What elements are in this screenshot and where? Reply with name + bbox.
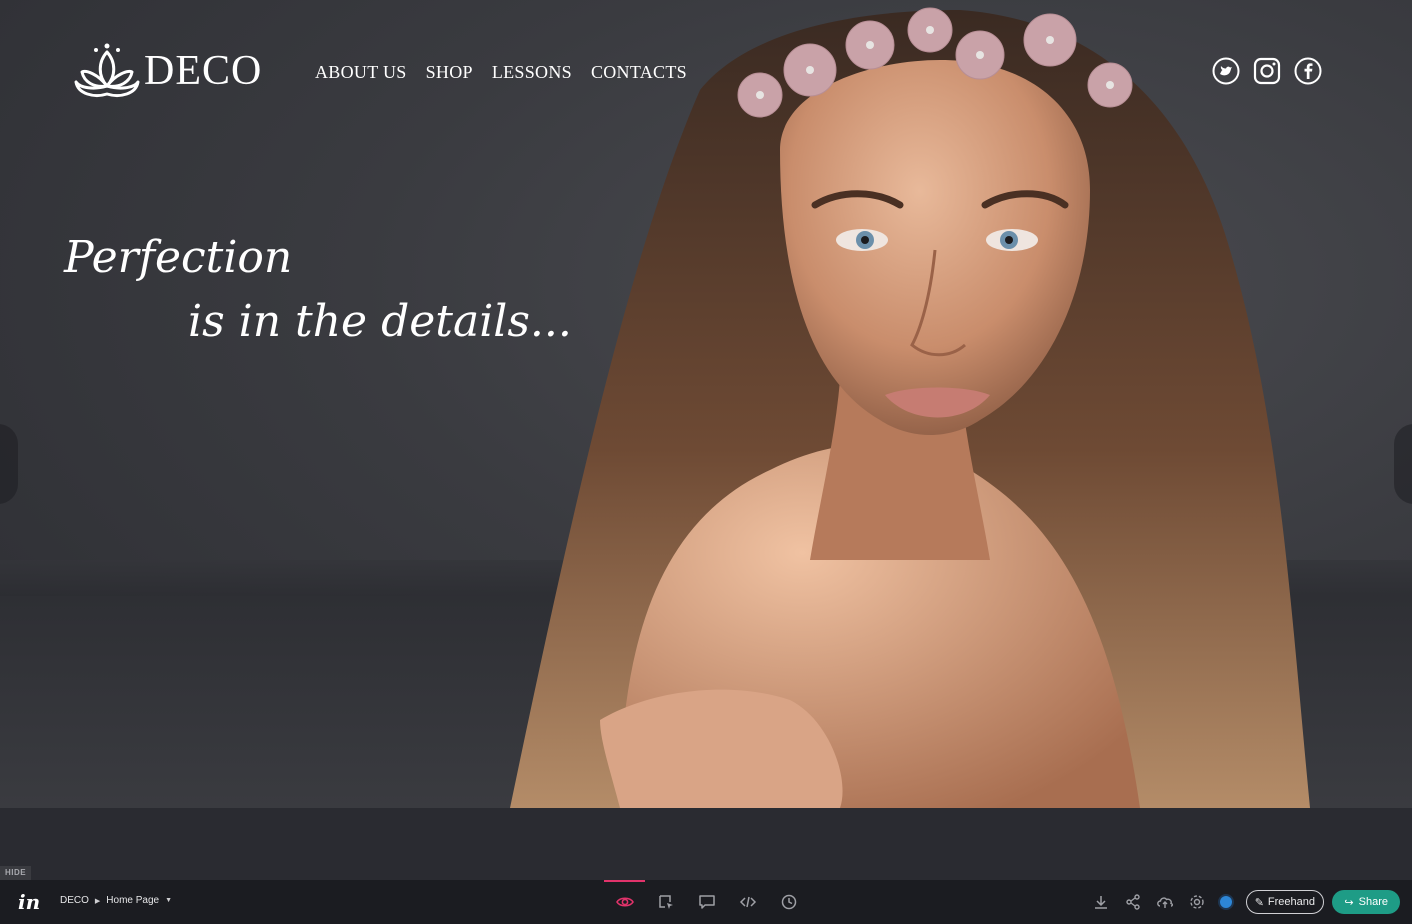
nav-item-lessons[interactable]: LESSONS [492,62,572,83]
hide-toolbar-button[interactable]: HIDE [0,866,32,880]
breadcrumb-screen[interactable]: Home Page [106,895,159,906]
history-mode-button[interactable] [768,880,809,924]
nav-item-about-us[interactable]: ABOUT US [315,62,407,83]
brand-logo[interactable]: DECO [74,42,262,100]
pen-icon: ✎ [1254,896,1264,909]
inspect-icon [658,895,673,909]
facebook-icon[interactable] [1294,57,1322,85]
toolbar-actions: ✎ Freehand [1092,880,1324,924]
status-dot[interactable] [1219,896,1232,908]
prev-screen-arrow[interactable] [0,424,18,504]
invision-logo[interactable]: in [18,890,40,914]
hero-portrait-image [510,7,1310,808]
breadcrumb-separator-icon: ▶ [94,897,101,905]
canvas-background [0,808,1412,880]
freehand-label: Freehand [1267,896,1315,908]
share-button[interactable]: ↪ Share [1332,890,1400,914]
freehand-button[interactable]: ✎ Freehand [1245,890,1324,914]
breadcrumb-project[interactable]: DECO [60,895,89,906]
breadcrumb: DECO ▶ Home Page ▼ [60,895,172,906]
twitter-icon[interactable] [1212,57,1240,85]
hero-headline-line2: is in the details... [188,296,572,347]
lotus-icon [74,43,140,97]
mode-switcher [604,880,809,924]
share-nodes-icon[interactable] [1124,893,1142,911]
download-icon[interactable] [1092,893,1110,911]
instagram-icon[interactable] [1253,57,1281,85]
hero-headline-line1: Perfection [64,232,293,283]
history-icon [781,894,796,910]
main-nav: ABOUT US SHOP LESSONS CONTACTS [315,62,687,83]
chevron-down-icon[interactable]: ▼ [165,897,172,904]
social-links [1212,57,1322,85]
prototype-toolbar: in DECO ▶ Home Page ▼ ✎ Freehand ↪ Share [0,880,1412,924]
nav-item-contacts[interactable]: CONTACTS [591,62,687,83]
settings-icon[interactable] [1188,893,1206,911]
preview-eye-icon [615,897,634,907]
comment-mode-button[interactable] [686,880,727,924]
preview-mode-button[interactable] [604,880,645,924]
nav-item-shop[interactable]: SHOP [426,62,473,83]
inspect-mode-button[interactable] [645,880,686,924]
brand-name: DECO [144,48,263,94]
next-screen-arrow[interactable] [1394,424,1412,504]
cloud-sync-icon[interactable] [1156,893,1174,911]
code-icon [739,896,756,908]
share-arrow-icon: ↪ [1344,896,1354,909]
comment-icon [698,895,715,909]
code-mode-button[interactable] [727,880,768,924]
share-label: Share [1358,896,1388,908]
hero-stage: DECO ABOUT US SHOP LESSONS CONTACTS Perf… [0,0,1412,808]
